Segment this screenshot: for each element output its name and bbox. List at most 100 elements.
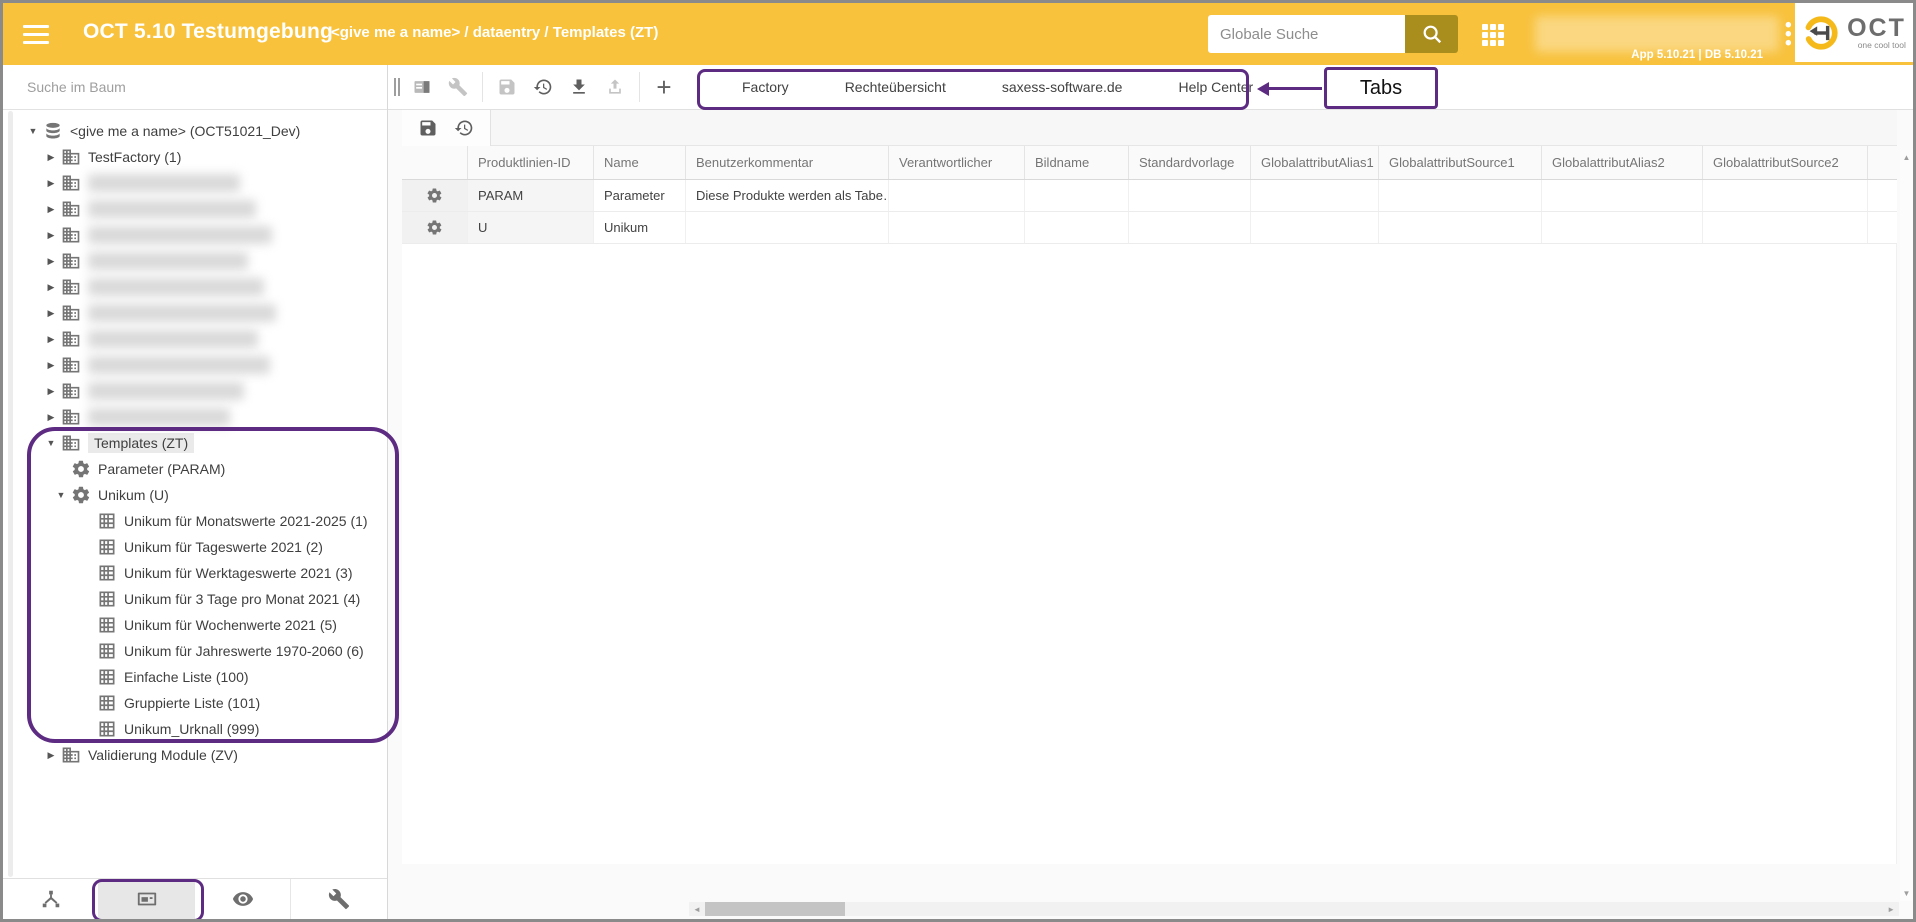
column-header-actions[interactable]	[402, 146, 468, 179]
tree-search-input[interactable]	[27, 79, 327, 95]
column-header[interactable]: GlobalattributAlias1	[1251, 146, 1379, 179]
cell-globalattributsource2[interactable]	[1703, 180, 1868, 211]
column-header[interactable]: GlobalattributSource2	[1703, 146, 1868, 179]
tab-saxess-software[interactable]: saxess-software.de	[974, 65, 1151, 110]
cell-globalattributalias1[interactable]	[1251, 212, 1379, 243]
tree-item-template[interactable]: Unikum für Wochenwerte 2021 (5)	[3, 612, 387, 638]
cell-produktlinien-id[interactable]: U	[468, 212, 594, 243]
expander-collapsed-icon[interactable]: ▶	[43, 750, 59, 761]
cell-bildname[interactable]	[1025, 180, 1129, 211]
column-header[interactable]: GlobalattributAlias2	[1542, 146, 1703, 179]
cell-globalattributalias1[interactable]	[1251, 180, 1379, 211]
column-header[interactable]: Bildname	[1025, 146, 1129, 179]
column-header[interactable]: Name	[594, 146, 686, 179]
expander-collapsed-icon[interactable]: ▶	[43, 204, 59, 215]
tools-button[interactable]	[440, 69, 476, 105]
tree-view-hierarchy-button[interactable]	[3, 879, 99, 919]
expander-expanded-icon[interactable]: ▼	[43, 438, 59, 448]
expander-expanded-icon[interactable]: ▼	[25, 126, 41, 136]
cell-globalattributsource2[interactable]	[1703, 212, 1868, 243]
tree-item-template[interactable]: Unikum für Monatswerte 2021-2025 (1)	[3, 508, 387, 534]
import-button[interactable]	[561, 69, 597, 105]
tree-item-redacted[interactable]: ▶	[3, 274, 387, 300]
apps-grid-icon[interactable]	[1482, 24, 1504, 46]
save-button[interactable]	[489, 69, 525, 105]
cell-benutzerkommentar[interactable]: Diese Produkte werden als Tabe…	[686, 180, 889, 211]
horizontal-scrollbar[interactable]: ◄ ►	[689, 902, 1899, 916]
global-search-input[interactable]	[1208, 15, 1405, 53]
expander-collapsed-icon[interactable]: ▶	[43, 256, 59, 267]
row-settings-cell[interactable]	[402, 180, 468, 211]
tree-item-template[interactable]: Einfache Liste (100)	[3, 664, 387, 690]
cell-bildname[interactable]	[1025, 212, 1129, 243]
tree-item-parameter[interactable]: Parameter (PARAM)	[3, 456, 387, 482]
tree-item-redacted[interactable]: ▶	[3, 222, 387, 248]
restore-button[interactable]	[525, 69, 561, 105]
grid-save-button[interactable]	[410, 110, 446, 146]
expander-collapsed-icon[interactable]: ▶	[43, 282, 59, 293]
expander-collapsed-icon[interactable]: ▶	[43, 230, 59, 241]
table-row[interactable]: PARAM Parameter Diese Produkte werden al…	[402, 180, 1897, 212]
tab-factory[interactable]: Factory	[714, 65, 817, 110]
expander-collapsed-icon[interactable]: ▶	[43, 334, 59, 345]
expander-expanded-icon[interactable]: ▼	[53, 490, 69, 500]
tree-view-preview-button[interactable]	[195, 879, 291, 919]
tree-item-redacted[interactable]: ▶	[3, 300, 387, 326]
tree-item-redacted[interactable]: ▶	[3, 326, 387, 352]
cell-verantwortlicher[interactable]	[889, 180, 1025, 211]
cell-standardvorlage[interactable]	[1129, 212, 1251, 243]
tab-help-center[interactable]: Help Center	[1150, 65, 1281, 110]
column-header[interactable]: Verantwortlicher	[889, 146, 1025, 179]
export-button[interactable]	[597, 69, 633, 105]
global-search-button[interactable]	[1405, 15, 1458, 53]
tree-item-template[interactable]: Unikum für 3 Tage pro Monat 2021 (4)	[3, 586, 387, 612]
tree-item-redacted[interactable]: ▶	[3, 404, 387, 430]
row-settings-cell[interactable]	[402, 212, 468, 243]
scroll-up-icon[interactable]: ▲	[1903, 150, 1911, 165]
tree-view-panel-button[interactable]	[99, 879, 195, 919]
hamburger-menu-icon[interactable]	[23, 25, 49, 44]
tree-item-redacted[interactable]: ▶	[3, 378, 387, 404]
tree-item-template[interactable]: Unikum für Werktageswerte 2021 (3)	[3, 560, 387, 586]
expander-collapsed-icon[interactable]: ▶	[43, 360, 59, 371]
vertical-scrollbar[interactable]: ▲ ▼	[1900, 150, 1913, 901]
table-row[interactable]: U Unikum	[402, 212, 1897, 244]
kebab-menu-icon[interactable]: •••	[1785, 21, 1792, 48]
tree-item-template[interactable]: Unikum für Jahreswerte 1970-2060 (6)	[3, 638, 387, 664]
splitter-handle[interactable]	[390, 78, 404, 96]
cell-name[interactable]: Unikum	[594, 212, 686, 243]
tree-item-root[interactable]: ▼ <give me a name> (OCT51021_Dev)	[3, 118, 387, 144]
cell-globalattributsource1[interactable]	[1379, 180, 1542, 211]
expander-collapsed-icon[interactable]: ▶	[43, 308, 59, 319]
tree-item-unikum[interactable]: ▼ Unikum (U)	[3, 482, 387, 508]
cell-benutzerkommentar[interactable]	[686, 212, 889, 243]
scroll-right-icon[interactable]: ►	[1883, 905, 1899, 914]
column-header[interactable]: Standardvorlage	[1129, 146, 1251, 179]
scroll-down-icon[interactable]: ▼	[1903, 886, 1911, 901]
grid-restore-button[interactable]	[446, 110, 482, 146]
tree-item-template[interactable]: Gruppierte Liste (101)	[3, 690, 387, 716]
tree-item-redacted[interactable]: ▶	[3, 196, 387, 222]
tree-item-redacted[interactable]: ▶	[3, 248, 387, 274]
expander-collapsed-icon[interactable]: ▶	[43, 386, 59, 397]
tree-view-tools-button[interactable]	[291, 879, 387, 919]
column-header[interactable]: GlobalattributSource1	[1379, 146, 1542, 179]
tree-item-redacted[interactable]: ▶	[3, 352, 387, 378]
add-tab-button[interactable]: +	[646, 69, 682, 105]
tree-item-redacted[interactable]: ▶	[3, 170, 387, 196]
cell-globalattributalias2[interactable]	[1542, 180, 1703, 211]
expander-collapsed-icon[interactable]: ▶	[43, 152, 59, 163]
toggle-panel-button[interactable]	[404, 69, 440, 105]
cell-globalattributalias2[interactable]	[1542, 212, 1703, 243]
scroll-left-icon[interactable]: ◄	[689, 905, 705, 914]
cell-verantwortlicher[interactable]	[889, 212, 1025, 243]
tree-item-testfactory[interactable]: ▶ TestFactory (1)	[3, 144, 387, 170]
column-header[interactable]: Produktlinien-ID	[468, 146, 594, 179]
tree-item-validierung[interactable]: ▶ Validierung Module (ZV)	[3, 742, 387, 768]
tree-item-templates[interactable]: ▼ Templates (ZT)	[3, 430, 387, 456]
tree-item-template[interactable]: Unikum für Tageswerte 2021 (2)	[3, 534, 387, 560]
expander-collapsed-icon[interactable]: ▶	[43, 412, 59, 423]
column-header[interactable]: Benutzerkommentar	[686, 146, 889, 179]
tab-rechteuebersicht[interactable]: Rechteübersicht	[817, 65, 974, 110]
expander-collapsed-icon[interactable]: ▶	[43, 178, 59, 189]
